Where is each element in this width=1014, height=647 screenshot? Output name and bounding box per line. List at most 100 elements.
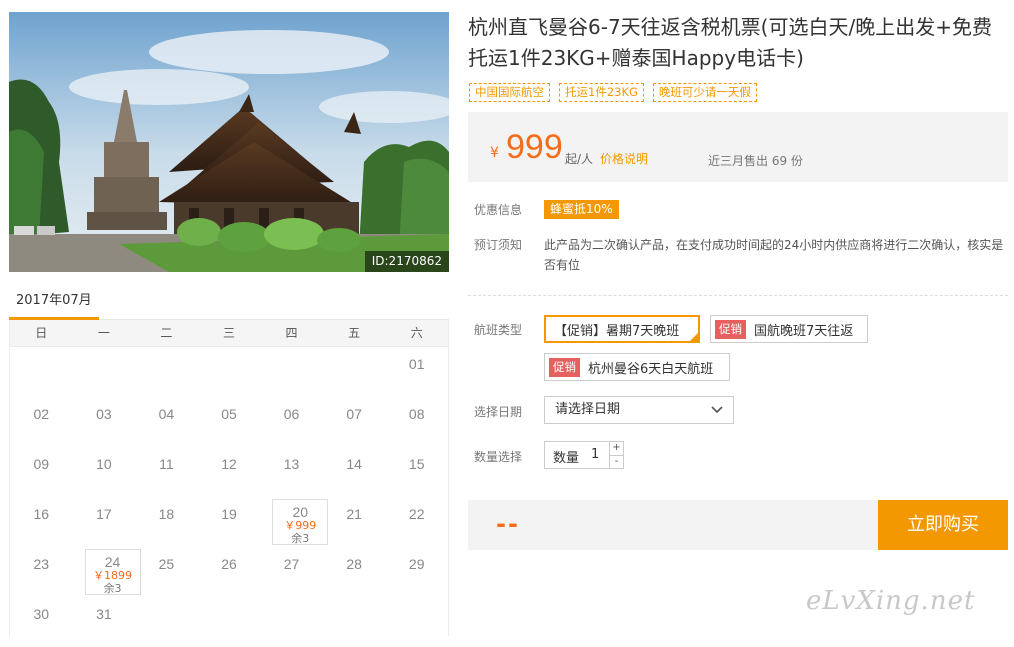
day-number: 17 bbox=[96, 506, 112, 522]
day-number: 02 bbox=[33, 406, 50, 422]
site-watermark: eLvXing.net bbox=[806, 586, 976, 616]
calendar-day: 14 bbox=[323, 447, 386, 497]
calendar-empty-cell bbox=[73, 347, 136, 397]
day-number: 10 bbox=[96, 456, 112, 472]
day-number: 18 bbox=[158, 506, 175, 522]
day-number: 01 bbox=[408, 356, 425, 372]
weekday-label: 六 bbox=[410, 326, 423, 340]
booking-notice: 此产品为二次确认产品，在支付成功时间起的24小时内供应商将进行二次确认，核实是否… bbox=[544, 238, 1004, 272]
day-stock: 余3 bbox=[103, 582, 122, 595]
calendar-day: 30 bbox=[10, 597, 73, 647]
calendar-day: 23 bbox=[10, 547, 73, 597]
weekday-label: 日 bbox=[35, 326, 48, 340]
calendar-empty-cell bbox=[198, 347, 261, 397]
total-price: -- bbox=[496, 510, 520, 538]
available-day-box[interactable]: 24 ￥1899 余3 bbox=[84, 549, 141, 595]
flight-option-air-china-night[interactable]: 促销 国航晚班7天往返 bbox=[710, 315, 868, 343]
day-price: ￥1899 bbox=[93, 569, 133, 582]
day-number: 21 bbox=[346, 506, 362, 522]
day-number: 29 bbox=[408, 556, 425, 572]
calendar-day: 10 bbox=[73, 447, 136, 497]
calendar-day: 19 bbox=[198, 497, 261, 547]
quantity-increase-button[interactable]: + bbox=[610, 442, 623, 455]
calendar-day: 07 bbox=[323, 397, 386, 447]
day-number: 27 bbox=[283, 556, 300, 572]
day-number: 24 bbox=[104, 554, 121, 570]
calendar-day: 29 bbox=[385, 547, 448, 597]
price-amount: 999 bbox=[506, 128, 563, 166]
calendar-day: 01 bbox=[385, 347, 448, 397]
weekday-label: 一 bbox=[97, 326, 110, 340]
day-number: 12 bbox=[221, 456, 237, 472]
quantity-field-label: 数量 bbox=[553, 451, 580, 466]
day-number: 25 bbox=[158, 556, 175, 572]
discount-badge: 蜂蜜抵10% bbox=[544, 200, 619, 219]
calendar-weekday-header: 日 一 二 三 四 五 六 bbox=[10, 320, 448, 347]
day-number: 11 bbox=[159, 456, 174, 472]
date-select[interactable]: 请选择日期 bbox=[544, 396, 734, 424]
calendar-day: 11 bbox=[135, 447, 198, 497]
calendar: 日 一 二 三 四 五 六 01 02 03 04 05 06 07 08 09… bbox=[9, 320, 449, 636]
flight-type-label: 航班类型 bbox=[474, 323, 523, 337]
buy-now-button[interactable]: 立即购买 bbox=[878, 500, 1008, 550]
purchase-bar: -- 立即购买 bbox=[468, 500, 1008, 550]
weekday-label: 五 bbox=[348, 326, 361, 340]
day-number: 20 bbox=[292, 504, 309, 520]
quantity-value[interactable]: 1 bbox=[591, 447, 599, 462]
day-number: 05 bbox=[221, 406, 237, 422]
flight-option-summer-night[interactable]: 【促销】暑期7天晚班 bbox=[544, 315, 700, 343]
flight-option-text: 【促销】暑期7天晚班 bbox=[554, 323, 680, 339]
flight-option-text: 杭州曼谷6天白天航班 bbox=[588, 361, 714, 377]
day-number: 16 bbox=[33, 506, 50, 522]
calendar-day: 31 bbox=[73, 597, 136, 647]
weekday-label: 四 bbox=[285, 326, 298, 340]
calendar-day: 12 bbox=[198, 447, 261, 497]
calendar-empty-cell bbox=[260, 347, 323, 397]
calendar-day-available[interactable]: 20 ￥999 余3 bbox=[260, 497, 329, 547]
price-unit: 起/人 bbox=[565, 152, 594, 166]
calendar-month-tab[interactable]: 2017年07月 bbox=[9, 286, 99, 320]
price-explanation-link[interactable]: 价格说明 bbox=[600, 150, 648, 167]
day-number: 08 bbox=[408, 406, 425, 422]
calendar-day: 04 bbox=[135, 397, 198, 447]
promo-badge: 促销 bbox=[715, 319, 746, 339]
sold-count: 近三月售出 69 份 bbox=[708, 154, 803, 168]
calendar-day: 21 bbox=[323, 497, 386, 547]
quantity-decrease-button[interactable]: - bbox=[610, 455, 623, 468]
quantity-stepper[interactable]: 数量 1 + - bbox=[544, 441, 624, 469]
day-number: 31 bbox=[96, 606, 112, 622]
calendar-day: 26 bbox=[198, 547, 261, 597]
day-number: 09 bbox=[33, 456, 50, 472]
day-price: ￥999 bbox=[284, 519, 317, 532]
product-tags: 中国国际航空 托运1件23KG 晚班可少请一天假 bbox=[469, 83, 757, 102]
calendar-empty-cell bbox=[135, 347, 198, 397]
image-id-label: ID:2170862 bbox=[364, 251, 449, 272]
price-panel: ¥ 999 起/人 价格说明 近三月售出 69 份 bbox=[468, 112, 1008, 182]
product-tag: 晚班可少请一天假 bbox=[652, 83, 757, 102]
divider bbox=[468, 295, 1008, 296]
day-number: 28 bbox=[346, 556, 362, 572]
day-number: 06 bbox=[283, 406, 300, 422]
available-day-box[interactable]: 20 ￥999 余3 bbox=[272, 499, 329, 545]
calendar-day: 22 bbox=[385, 497, 448, 547]
day-number: 04 bbox=[158, 406, 175, 422]
weekday-label: 三 bbox=[222, 326, 235, 340]
calendar-day-available[interactable]: 24 ￥1899 余3 bbox=[73, 547, 141, 597]
day-number: 13 bbox=[283, 456, 300, 472]
day-number: 30 bbox=[33, 606, 50, 622]
day-number: 26 bbox=[221, 556, 237, 572]
temple-photo bbox=[9, 12, 449, 272]
day-number: 19 bbox=[221, 506, 237, 522]
day-number: 22 bbox=[408, 506, 425, 522]
day-number: 23 bbox=[33, 556, 50, 572]
currency-symbol: ¥ bbox=[490, 145, 499, 161]
calendar-day: 18 bbox=[135, 497, 198, 547]
product-tag: 中国国际航空 bbox=[469, 83, 550, 102]
discount-label: 优惠信息 bbox=[474, 203, 523, 217]
flight-option-text: 国航晚班7天往返 bbox=[754, 323, 854, 339]
chevron-down-icon bbox=[711, 406, 723, 414]
flight-option-daytime[interactable]: 促销 杭州曼谷6天白天航班 bbox=[544, 353, 730, 381]
calendar-day: 03 bbox=[73, 397, 136, 447]
calendar-day: 17 bbox=[73, 497, 136, 547]
calendar-day: 08 bbox=[385, 397, 448, 447]
